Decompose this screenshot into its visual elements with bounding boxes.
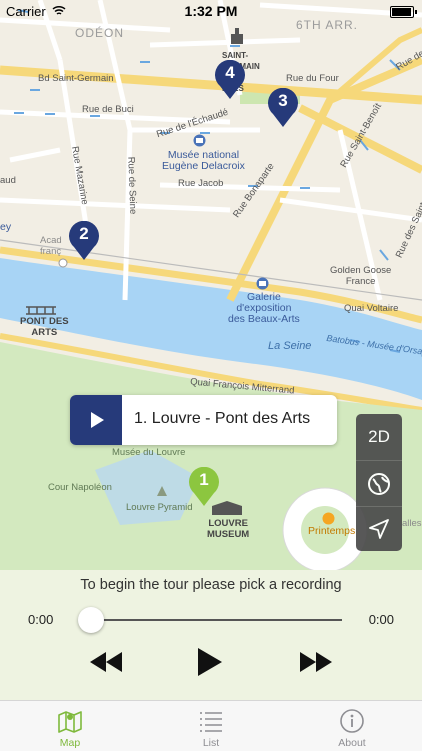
- tab-map[interactable]: Map: [0, 701, 140, 751]
- progress-track[interactable]: [90, 619, 342, 621]
- info-icon: [340, 709, 364, 733]
- map-label-la-seine: La Seine: [268, 340, 312, 352]
- map-label-quai-voltaire: Quai Voltaire: [344, 303, 399, 314]
- battery-icon: [390, 6, 417, 18]
- callout-play-button[interactable]: [70, 395, 122, 445]
- pin-number: 4: [225, 63, 235, 82]
- gallery-icon: [256, 277, 269, 290]
- map-label-cour-napoleon: Cour Napoléon: [48, 482, 112, 493]
- audio-player: To begin the tour please pick a recordin…: [0, 570, 422, 700]
- map-label-printemps: Printemps: [308, 525, 356, 537]
- pin-number: 3: [278, 91, 288, 110]
- globe-icon: [368, 473, 390, 495]
- location-arrow-icon: [369, 519, 389, 539]
- bridge-icon: [26, 306, 56, 315]
- map-label-rue-de-seine: Rue de Seine: [125, 156, 139, 215]
- map-icon: [58, 711, 82, 733]
- map-label-academie: Acad franç: [40, 235, 62, 257]
- rewind-button[interactable]: [88, 647, 124, 677]
- map-label-pont-des-arts: PONT DES ARTS: [20, 316, 69, 338]
- map-label-rue-jacob: Rue Jacob: [178, 178, 224, 189]
- place-dot-icon: [58, 258, 68, 268]
- tab-bar: Map List About: [0, 700, 422, 751]
- elapsed-time: 0:00: [28, 612, 54, 627]
- tab-about[interactable]: About: [282, 701, 422, 751]
- map-label-galerie: Galerie d'exposition des Beaux-Arts: [228, 291, 300, 325]
- map-label-musee-delacroix: Musée national Eugène Delacroix: [162, 149, 245, 172]
- map-label-odeon: ODÉON: [75, 26, 125, 40]
- toggle-2d-button[interactable]: 2D: [356, 414, 402, 459]
- progress-slider-knob[interactable]: [78, 607, 104, 633]
- globe-button[interactable]: [356, 460, 402, 506]
- tab-map-label: Map: [59, 737, 81, 749]
- shopping-icon: [322, 512, 335, 525]
- remaining-time: 0:00: [368, 612, 394, 627]
- play-button[interactable]: [194, 647, 224, 677]
- callout-title: 1. Louvre - Pont des Arts: [134, 410, 311, 427]
- tour-pin-1[interactable]: 1: [188, 466, 220, 507]
- map-label-ey: ey: [0, 221, 12, 233]
- pin-number: 2: [79, 224, 89, 243]
- map-label-salles: alles: [402, 518, 422, 529]
- pyramid-icon: [157, 486, 167, 496]
- player-hint: To begin the tour please pick a recordin…: [80, 577, 342, 593]
- map-label-rue-de-buci: Rue de Buci: [82, 104, 134, 115]
- map-label-golden-goose: Golden Goose France: [330, 265, 392, 287]
- fast-forward-button[interactable]: [298, 647, 334, 677]
- tour-pin-4[interactable]: 4: [214, 59, 246, 100]
- church-icon: [231, 28, 243, 44]
- map-label-rue-du-four: Rue du Four: [286, 73, 339, 84]
- tab-list-label: List: [202, 737, 220, 749]
- map-controls: 2D: [356, 414, 402, 551]
- map-label-louvre-pyramid: Louvre Pyramid: [126, 502, 193, 513]
- tour-pin-2[interactable]: 2: [68, 220, 100, 261]
- tour-pin-3[interactable]: 3: [267, 87, 299, 128]
- status-time: 1:32 PM: [184, 3, 238, 19]
- map-view[interactable]: ODÉON 6TH ARR. SAINT- GERMAIN DES- PRÈS …: [0, 0, 422, 570]
- map-label-bd-saint-germain: Bd Saint-Germain: [38, 73, 114, 84]
- tab-list[interactable]: List: [141, 701, 281, 751]
- status-bar: Carrier 1:32 PM: [0, 0, 422, 22]
- tab-about-label: About: [338, 737, 366, 749]
- pin-number: 1: [199, 470, 209, 489]
- list-icon: [200, 712, 222, 732]
- map-label-aud: aud: [0, 175, 16, 186]
- map-label-louvre-museum: LOUVRE MUSEUM: [207, 518, 250, 540]
- map-label-musee-du-louvre: Musée du Louvre: [112, 447, 186, 458]
- locate-button[interactable]: [356, 506, 402, 552]
- museum-icon: [193, 134, 206, 147]
- stop-callout[interactable]: 1. Louvre - Pont des Arts: [70, 395, 337, 445]
